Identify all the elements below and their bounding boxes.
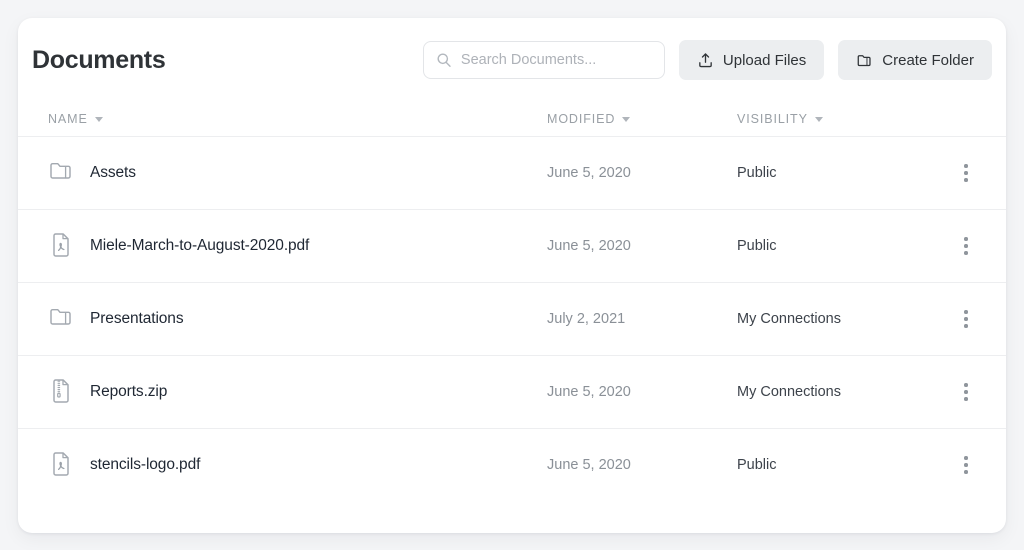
row-visibility-cell: Public <box>737 165 777 181</box>
caret-down-icon <box>94 116 103 122</box>
row-visibility-cell: Public <box>737 238 777 254</box>
file-name-label: stencils-logo.pdf <box>90 456 201 473</box>
row-visibility-cell: My Connections <box>737 311 841 327</box>
kebab-menu-icon[interactable] <box>955 453 977 477</box>
column-header-name-label: NAME <box>48 112 88 126</box>
table-row[interactable]: Presentations July 2, 2021 My Connection… <box>18 282 1006 355</box>
create-folder-label: Create Folder <box>882 51 974 69</box>
row-actions-cell <box>937 234 992 258</box>
create-folder-button[interactable]: Create Folder <box>838 40 992 80</box>
page-background: Documents Search Documents... Upload Fil… <box>0 0 1024 550</box>
kebab-menu-icon[interactable] <box>955 234 977 258</box>
caret-down-icon <box>814 116 823 122</box>
upload-files-label: Upload Files <box>722 51 807 69</box>
file-name-label: Assets <box>90 164 136 181</box>
row-actions-cell <box>937 161 992 185</box>
folder-icon <box>48 158 74 188</box>
upload-icon <box>697 52 714 69</box>
row-name-cell: Reports.zip <box>32 377 547 407</box>
column-header-modified-wrap: MODIFIED <box>547 112 737 126</box>
kebab-menu-icon[interactable] <box>955 307 977 331</box>
column-header-visibility[interactable]: VISIBILITY <box>737 112 937 126</box>
table-row[interactable]: Assets June 5, 2020 Public <box>18 136 1006 209</box>
table-row[interactable]: Miele-March-to-August-2020.pdf June 5, 2… <box>18 209 1006 282</box>
table-column-headers: NAME MODIFIED VISIBILITY <box>18 102 1006 136</box>
column-header-modified[interactable]: MODIFIED <box>547 112 737 126</box>
row-name-cell: Assets <box>32 158 547 188</box>
row-modified-cell: June 5, 2020 <box>547 384 631 400</box>
pdf-file-icon <box>48 231 74 261</box>
file-name-label: Presentations <box>90 310 184 327</box>
kebab-menu-icon[interactable] <box>955 380 977 404</box>
file-name-label: Reports.zip <box>90 383 168 400</box>
caret-down-icon <box>622 116 631 122</box>
column-header-visibility-wrap: VISIBILITY <box>737 112 937 126</box>
kebab-menu-icon[interactable] <box>955 161 977 185</box>
row-actions-cell <box>937 453 992 477</box>
row-modified-cell: June 5, 2020 <box>547 238 631 254</box>
row-name-cell: Miele-March-to-August-2020.pdf <box>32 231 547 261</box>
row-name-cell: stencils-logo.pdf <box>32 450 547 480</box>
column-header-modified-label: MODIFIED <box>547 112 616 126</box>
documents-card: Documents Search Documents... Upload Fil… <box>18 18 1006 533</box>
row-visibility-cell: Public <box>737 457 777 473</box>
row-name-cell: Presentations <box>32 304 547 334</box>
zip-file-icon <box>48 377 74 407</box>
pdf-file-icon <box>48 450 74 480</box>
card-header: Documents Search Documents... Upload Fil… <box>18 18 1006 102</box>
page-title: Documents <box>32 45 166 74</box>
column-header-name[interactable]: NAME <box>48 112 547 126</box>
search-icon <box>436 52 452 68</box>
row-actions-cell <box>937 380 992 404</box>
header-toolbar: Upload Files Create Folder <box>422 40 992 80</box>
column-header-visibility-label: VISIBILITY <box>737 112 808 126</box>
search-input[interactable] <box>460 52 652 68</box>
folder-plus-icon <box>856 52 873 69</box>
file-name-label: Miele-March-to-August-2020.pdf <box>90 237 310 254</box>
folder-icon <box>48 304 74 334</box>
table-row[interactable]: Reports.zip June 5, 2020 My Connections <box>18 355 1006 428</box>
file-list: Assets June 5, 2020 Public Miele-March-t… <box>18 136 1006 501</box>
table-row[interactable]: stencils-logo.pdf June 5, 2020 Public <box>18 428 1006 501</box>
row-modified-cell: June 5, 2020 <box>547 165 631 181</box>
row-visibility-cell: My Connections <box>737 384 841 400</box>
search-box[interactable] <box>422 41 665 79</box>
row-actions-cell <box>937 307 992 331</box>
row-modified-cell: July 2, 2021 <box>547 311 626 327</box>
upload-files-button[interactable]: Upload Files <box>678 40 825 80</box>
row-modified-cell: June 5, 2020 <box>547 457 631 473</box>
column-header-name-wrap: NAME <box>32 112 547 126</box>
